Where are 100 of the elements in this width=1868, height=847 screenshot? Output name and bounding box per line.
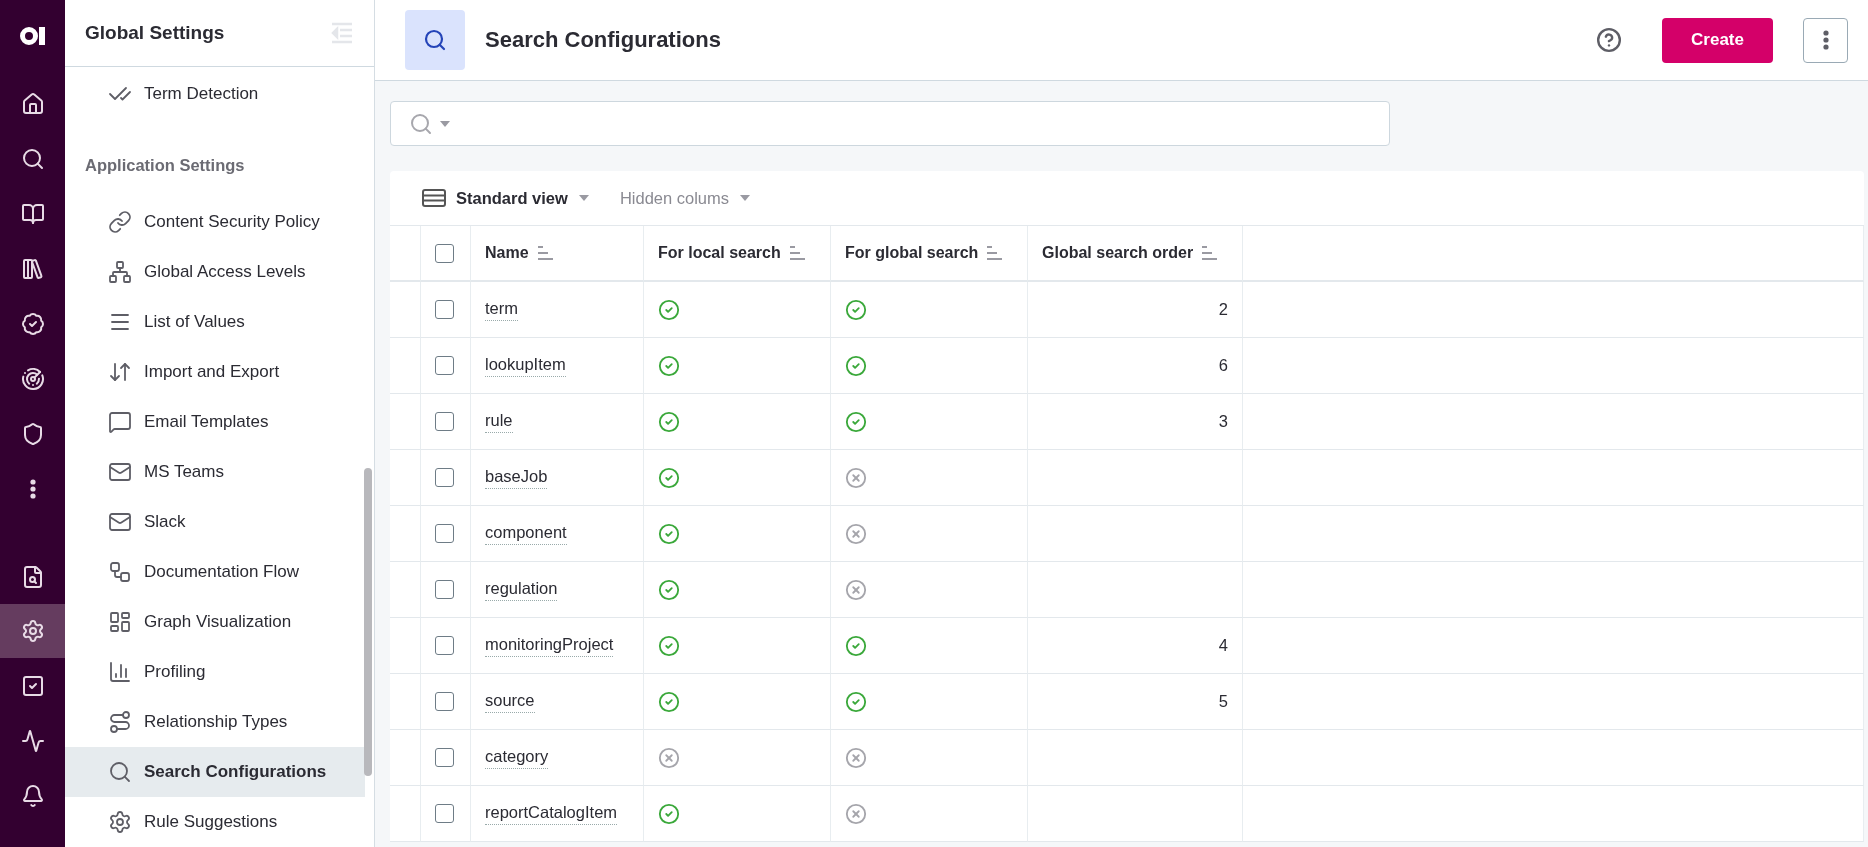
- home-icon: [20, 91, 45, 116]
- hidden-columns-selector[interactable]: Hidden colums: [619, 188, 751, 208]
- sidebar-item-label: Term Detection: [144, 84, 259, 104]
- sidebar-item[interactable]: Rule Suggestions: [65, 797, 365, 847]
- sort-icon[interactable]: [788, 246, 806, 260]
- bell-icon: [20, 783, 45, 808]
- sort-icon[interactable]: [986, 246, 1004, 260]
- sort-icon[interactable]: [536, 246, 554, 260]
- checkbox[interactable]: [435, 300, 454, 319]
- search-icon: [108, 760, 132, 784]
- name-link[interactable]: source: [485, 690, 535, 713]
- checkbox[interactable]: [435, 748, 454, 767]
- caret-icon: [439, 119, 451, 128]
- sidebar-item[interactable]: Content Security Policy: [65, 197, 365, 247]
- scrollbar[interactable]: [364, 468, 372, 776]
- name-link[interactable]: term: [485, 298, 518, 321]
- caret-icon: [739, 194, 751, 202]
- bar-chart-icon: [108, 660, 132, 684]
- sidebar-item[interactable]: List of Values: [65, 297, 365, 347]
- sidebar-item[interactable]: Graph Visualization: [65, 597, 365, 647]
- search-icon: [20, 146, 45, 171]
- page-title: Search Configurations: [485, 27, 722, 53]
- view-label: Standard view: [456, 188, 568, 208]
- pulse-icon: [20, 728, 45, 753]
- more-icon: [1822, 30, 1829, 50]
- message-icon: [108, 410, 132, 434]
- badge-check-icon: [20, 311, 45, 336]
- sidebar-item[interactable]: Term Detection: [65, 69, 365, 119]
- name-link[interactable]: category: [485, 746, 549, 769]
- search-icon: [423, 28, 447, 52]
- caret-icon: [577, 194, 590, 202]
- name-link[interactable]: reportCatalogItem: [485, 802, 618, 825]
- checkbox[interactable]: [435, 580, 454, 599]
- sidebar-item[interactable]: Email Templates: [65, 397, 365, 447]
- checkbox[interactable]: [435, 243, 454, 263]
- table-cell: 6: [1218, 356, 1228, 375]
- more-button[interactable]: [1803, 17, 1848, 63]
- checkbox[interactable]: [435, 524, 454, 543]
- name-link[interactable]: lookupItem: [485, 354, 566, 377]
- rail-button[interactable]: [0, 604, 65, 658]
- book-icon: [20, 201, 45, 226]
- sidebar-item-label: MS Teams: [144, 462, 224, 482]
- column-header: Name: [485, 244, 529, 262]
- column-header: For local search: [658, 244, 781, 262]
- search-icon: [409, 111, 433, 136]
- library-icon: [20, 256, 45, 281]
- mail-icon: [108, 460, 132, 484]
- name-link[interactable]: baseJob: [485, 466, 548, 489]
- hierarchy-icon: [108, 260, 132, 284]
- sidebar-item-label: Documentation Flow: [144, 562, 299, 582]
- checkbox-icon: [20, 673, 45, 698]
- sidebar-item[interactable]: Global Access Levels: [65, 247, 365, 297]
- column-header: For global search: [845, 244, 979, 262]
- sidebar-item-label: Relationship Types: [144, 712, 288, 732]
- checkbox[interactable]: [435, 412, 454, 431]
- mail-icon: [108, 510, 132, 534]
- checkbox[interactable]: [435, 468, 454, 487]
- section-heading: Application Settings: [84, 154, 246, 176]
- table-cell: 4: [1218, 636, 1228, 655]
- name-link[interactable]: regulation: [485, 578, 558, 601]
- sidebar-title: Global Settings: [85, 22, 225, 44]
- table-view-icon: [422, 189, 446, 207]
- arrows-icon: [108, 360, 132, 384]
- help-icon[interactable]: [1596, 27, 1622, 53]
- table-cell: 3: [1218, 412, 1228, 431]
- sidebar-item-label: Rule Suggestions: [144, 812, 278, 832]
- checkbox[interactable]: [435, 356, 454, 375]
- checkbox[interactable]: [435, 804, 454, 823]
- sidebar-item[interactable]: MS Teams: [65, 447, 365, 497]
- checkbox[interactable]: [435, 692, 454, 711]
- sidebar-item[interactable]: Import and Export: [65, 347, 365, 397]
- sidebar-item[interactable]: Documentation Flow: [65, 547, 365, 597]
- table-cell: 5: [1218, 692, 1228, 711]
- create-button[interactable]: Create: [1662, 17, 1773, 63]
- name-link[interactable]: rule: [485, 410, 513, 433]
- sort-icon[interactable]: [1201, 246, 1219, 260]
- sidebar-item-label: Slack: [144, 512, 186, 532]
- sidebar-item[interactable]: Slack: [65, 497, 365, 547]
- flow-icon: [108, 560, 132, 584]
- sidebar-item-label: Email Templates: [144, 412, 269, 432]
- checkbox[interactable]: [435, 636, 454, 655]
- sidebar-item-label: Global Access Levels: [144, 262, 306, 282]
- target-icon: [20, 366, 45, 391]
- view-selector[interactable]: Standard view: [422, 188, 590, 208]
- sidebar-item-label: Profiling: [144, 662, 206, 682]
- name-link[interactable]: monitoringProject: [485, 634, 614, 657]
- route-icon: [108, 710, 132, 734]
- sidebar-item[interactable]: Relationship Types: [65, 697, 365, 747]
- logo-icon[interactable]: [19, 26, 46, 46]
- sidebar-item-label: Import and Export: [144, 362, 280, 382]
- name-link[interactable]: component: [485, 522, 567, 545]
- sidebar-item-label: Graph Visualization: [144, 612, 292, 632]
- more-icon: [29, 478, 36, 499]
- sidebar-item[interactable]: Search Configurations: [65, 747, 365, 797]
- sidebar-item[interactable]: Profiling: [65, 647, 365, 697]
- sidebar-item-label: List of Values: [144, 312, 245, 332]
- gear-icon: [108, 810, 132, 834]
- dashboard-icon: [108, 610, 132, 634]
- column-header: Global search order: [1042, 244, 1194, 262]
- table-cell: 2: [1218, 300, 1228, 319]
